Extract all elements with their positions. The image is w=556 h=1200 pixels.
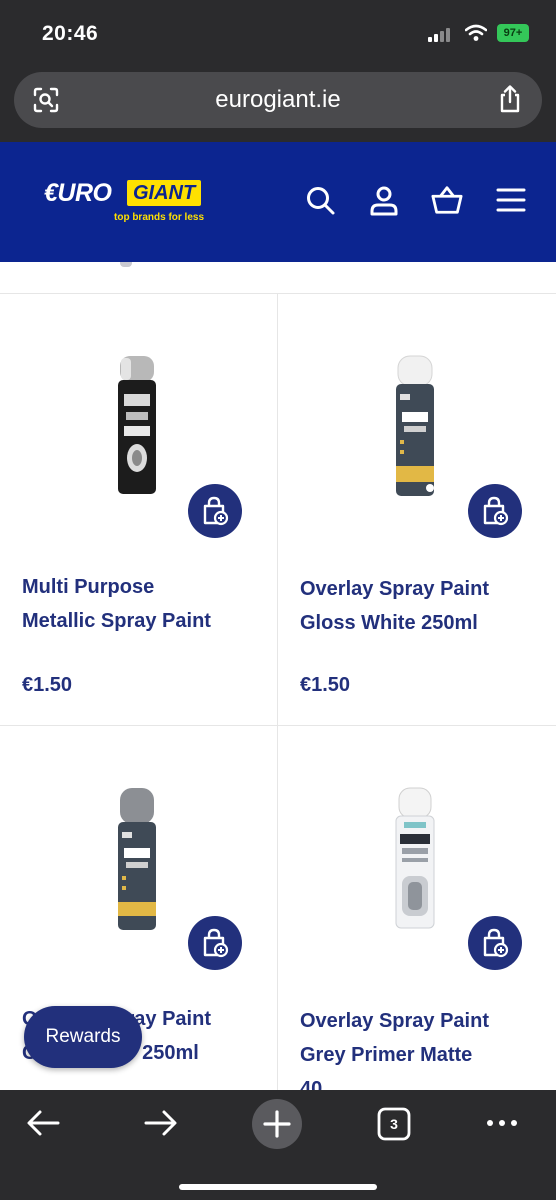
product-image[interactable] [390, 354, 440, 504]
logo-euro-text: €URO [44, 179, 112, 207]
account-icon[interactable] [368, 184, 400, 216]
product-name[interactable]: Multi Purpose Metallic Spray Paint [22, 570, 262, 638]
product-card[interactable]: Multi Purpose Metallic Spray Paint €1.50 [0, 294, 278, 726]
previous-row-edge [0, 262, 556, 294]
product-name-line[interactable]: Gloss White 250ml [300, 606, 540, 640]
share-icon[interactable] [496, 84, 524, 114]
add-to-cart-icon [203, 496, 229, 526]
back-arrow-icon[interactable] [24, 1106, 64, 1140]
home-indicator [179, 1184, 377, 1190]
product-name-line[interactable]: Overlay Spray Paint [300, 1004, 540, 1038]
logo-tagline: top brands for less [114, 212, 205, 223]
product-name[interactable]: Overlay Spray Paint Gloss White 250ml [300, 572, 540, 640]
product-image[interactable] [112, 354, 162, 504]
product-image[interactable] [390, 786, 440, 936]
forward-arrow-icon[interactable] [140, 1106, 180, 1140]
product-card[interactable]: Overlay Spray Paint Grey Primer Matte 40 [278, 726, 556, 1090]
search-icon[interactable] [304, 184, 336, 216]
product-name-line[interactable]: Overlay Spray Paint [300, 572, 540, 606]
cellular-signal-icon [428, 26, 456, 42]
wifi-icon [465, 24, 487, 41]
browser-toolbar: 3 [0, 1090, 556, 1200]
product-image[interactable] [112, 786, 162, 936]
menu-icon[interactable] [495, 184, 527, 216]
add-to-cart-button[interactable] [188, 484, 242, 538]
product-name-line[interactable]: 40 [300, 1072, 540, 1090]
product-grid: Multi Purpose Metallic Spray Paint €1.50 [0, 262, 556, 1090]
add-to-cart-button[interactable] [468, 484, 522, 538]
more-icon[interactable] [482, 1106, 522, 1140]
address-bar[interactable]: eurogiant.ie [14, 72, 542, 128]
basket-icon[interactable] [431, 184, 463, 216]
battery-indicator: 97+ [497, 24, 529, 42]
tabs-icon[interactable]: 3 [376, 1106, 412, 1142]
product-price: €1.50 [300, 674, 351, 696]
product-price: €1.50 [22, 674, 73, 696]
status-bar: 20:46 97+ [0, 0, 556, 68]
site-header: €URO GIANT top brands for less [0, 142, 556, 262]
product-name-line[interactable]: Metallic Spray Paint [22, 604, 262, 638]
rewards-button[interactable]: Rewards [24, 1006, 142, 1068]
add-to-cart-button[interactable] [188, 916, 242, 970]
new-tab-plus-icon[interactable] [251, 1098, 303, 1150]
logo-giant-text: GIANT [127, 180, 202, 206]
product-name-line[interactable]: Grey Primer Matte [300, 1038, 540, 1072]
add-to-cart-icon [203, 928, 229, 958]
product-name-line[interactable]: Multi Purpose [22, 570, 262, 604]
url-text[interactable]: eurogiant.ie [14, 72, 542, 128]
add-to-cart-button[interactable] [468, 916, 522, 970]
eurogiant-logo[interactable]: €URO GIANT top brands for less [44, 178, 226, 230]
product-card[interactable]: Overlay Spray Paint Gloss White 250ml €1… [278, 294, 556, 726]
product-name[interactable]: Overlay Spray Paint Grey Primer Matte 40 [300, 1004, 540, 1090]
browser-url-area: eurogiant.ie [0, 68, 556, 142]
add-to-cart-icon [483, 928, 509, 958]
tab-count: 3 [390, 1116, 398, 1132]
status-time: 20:46 [42, 22, 99, 45]
add-to-cart-icon [483, 496, 509, 526]
